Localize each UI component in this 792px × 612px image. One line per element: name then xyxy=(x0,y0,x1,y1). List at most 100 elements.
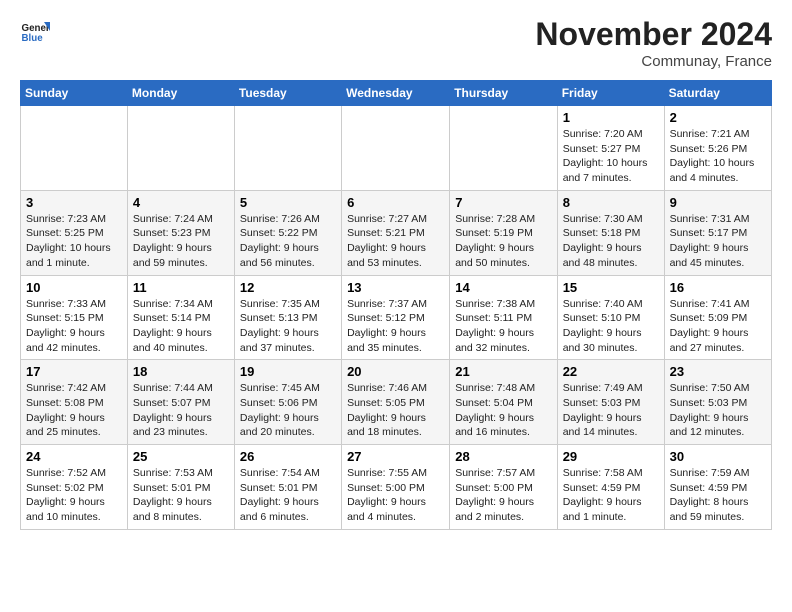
table-cell: 8Sunrise: 7:30 AM Sunset: 5:18 PM Daylig… xyxy=(557,190,664,275)
table-cell: 12 Sunrise: 7:35 AM Sunset: 5:13 PM Dayli… xyxy=(234,275,341,360)
day-number: 27 xyxy=(347,449,444,464)
day-number: 14 xyxy=(455,280,551,295)
calendar-page: General Blue November 2024 Communay, Fra… xyxy=(0,0,792,546)
table-cell xyxy=(127,106,234,191)
day-number: 16 xyxy=(670,280,766,295)
table-cell: 30Sunrise: 7:59 AM Sunset: 4:59 PM Dayli… xyxy=(664,445,771,530)
table-cell xyxy=(234,106,341,191)
day-number: 21 xyxy=(455,364,551,379)
day-info: Sunrise: 7:21 AM Sunset: 5:26 PM Dayligh… xyxy=(670,127,766,186)
table-cell: 11 Sunrise: 7:34 AM Sunset: 5:14 PM Dayli… xyxy=(127,275,234,360)
day-number: 17 xyxy=(26,364,122,379)
day-number: 20 xyxy=(347,364,444,379)
table-cell: 10 Sunrise: 7:33 AM Sunset: 5:15 PM Dayli… xyxy=(21,275,128,360)
table-cell: 7 Sunrise: 7:28 AM Sunset: 5:19 PM Daylig… xyxy=(450,190,557,275)
col-wednesday: Wednesday xyxy=(342,81,450,106)
day-info: Sunrise: 7:20 AM Sunset: 5:27 PM Dayligh… xyxy=(563,127,659,186)
day-number: 2 xyxy=(670,110,766,125)
day-number: 8 xyxy=(563,195,659,210)
day-info: Sunrise: 7:42 AM Sunset: 5:08 PM Dayligh… xyxy=(26,381,122,440)
day-info: Sunrise: 7:50 AM Sunset: 5:03 PM Dayligh… xyxy=(670,381,766,440)
table-cell: 23 Sunrise: 7:50 AM Sunset: 5:03 PM Dayli… xyxy=(664,360,771,445)
day-info: Sunrise: 7:58 AM Sunset: 4:59 PM Dayligh… xyxy=(563,466,659,525)
month-title: November 2024 xyxy=(535,16,772,53)
table-cell: 3 Sunrise: 7:23 AM Sunset: 5:25 PM Daylig… xyxy=(21,190,128,275)
day-number: 12 xyxy=(240,280,336,295)
day-number: 25 xyxy=(133,449,229,464)
day-info: Sunrise: 7:49 AM Sunset: 5:03 PM Dayligh… xyxy=(563,381,659,440)
day-info: Sunrise: 7:48 AM Sunset: 5:04 PM Dayligh… xyxy=(455,381,551,440)
calendar-row: 1 Sunrise: 7:20 AM Sunset: 5:27 PM Daylig… xyxy=(21,106,772,191)
day-info: Sunrise: 7:44 AM Sunset: 5:07 PM Dayligh… xyxy=(133,381,229,440)
day-number: 22 xyxy=(563,364,659,379)
table-cell: 28 Sunrise: 7:57 AM Sunset: 5:00 PM Dayli… xyxy=(450,445,557,530)
day-info: Sunrise: 7:57 AM Sunset: 5:00 PM Dayligh… xyxy=(455,466,551,525)
table-cell: 27 Sunrise: 7:55 AM Sunset: 5:00 PM Dayli… xyxy=(342,445,450,530)
table-cell: 4Sunrise: 7:24 AM Sunset: 5:23 PM Daylig… xyxy=(127,190,234,275)
calendar-row: 10 Sunrise: 7:33 AM Sunset: 5:15 PM Dayli… xyxy=(21,275,772,360)
day-number: 10 xyxy=(26,280,122,295)
day-info: Sunrise: 7:23 AM Sunset: 5:25 PM Dayligh… xyxy=(26,212,122,271)
day-info: Sunrise: 7:41 AM Sunset: 5:09 PM Dayligh… xyxy=(670,297,766,356)
day-number: 13 xyxy=(347,280,444,295)
logo-icon: General Blue xyxy=(20,16,50,46)
col-friday: Friday xyxy=(557,81,664,106)
day-number: 28 xyxy=(455,449,551,464)
table-cell: 2 Sunrise: 7:21 AM Sunset: 5:26 PM Daylig… xyxy=(664,106,771,191)
day-info: Sunrise: 7:46 AM Sunset: 5:05 PM Dayligh… xyxy=(347,381,444,440)
table-cell: 1 Sunrise: 7:20 AM Sunset: 5:27 PM Daylig… xyxy=(557,106,664,191)
table-cell: 13 Sunrise: 7:37 AM Sunset: 5:12 PM Dayli… xyxy=(342,275,450,360)
day-number: 3 xyxy=(26,195,122,210)
day-info: Sunrise: 7:33 AM Sunset: 5:15 PM Dayligh… xyxy=(26,297,122,356)
day-info: Sunrise: 7:40 AM Sunset: 5:10 PM Dayligh… xyxy=(563,297,659,356)
day-info: Sunrise: 7:37 AM Sunset: 5:12 PM Dayligh… xyxy=(347,297,444,356)
table-cell: 24 Sunrise: 7:52 AM Sunset: 5:02 PM Dayli… xyxy=(21,445,128,530)
day-info: Sunrise: 7:35 AM Sunset: 5:13 PM Dayligh… xyxy=(240,297,336,356)
day-number: 7 xyxy=(455,195,551,210)
table-cell: 15 Sunrise: 7:40 AM Sunset: 5:10 PM Dayli… xyxy=(557,275,664,360)
day-number: 6 xyxy=(347,195,444,210)
table-cell: 17 Sunrise: 7:42 AM Sunset: 5:08 PM Dayli… xyxy=(21,360,128,445)
day-number: 11 xyxy=(133,280,229,295)
day-number: 23 xyxy=(670,364,766,379)
table-cell xyxy=(342,106,450,191)
day-number: 29 xyxy=(563,449,659,464)
day-info: Sunrise: 7:54 AM Sunset: 5:01 PM Dayligh… xyxy=(240,466,336,525)
table-cell xyxy=(21,106,128,191)
day-info: Sunrise: 7:53 AM Sunset: 5:01 PM Dayligh… xyxy=(133,466,229,525)
day-number: 24 xyxy=(26,449,122,464)
day-number: 1 xyxy=(563,110,659,125)
day-number: 4 xyxy=(133,195,229,210)
day-info: Sunrise: 7:55 AM Sunset: 5:00 PM Dayligh… xyxy=(347,466,444,525)
day-number: 5 xyxy=(240,195,336,210)
logo: General Blue xyxy=(20,16,50,46)
table-cell: 9Sunrise: 7:31 AM Sunset: 5:17 PM Daylig… xyxy=(664,190,771,275)
table-cell: 22 Sunrise: 7:49 AM Sunset: 5:03 PM Dayli… xyxy=(557,360,664,445)
day-number: 18 xyxy=(133,364,229,379)
day-info: Sunrise: 7:38 AM Sunset: 5:11 PM Dayligh… xyxy=(455,297,551,356)
table-cell: 25 Sunrise: 7:53 AM Sunset: 5:01 PM Dayli… xyxy=(127,445,234,530)
table-cell: 14 Sunrise: 7:38 AM Sunset: 5:11 PM Dayli… xyxy=(450,275,557,360)
header-row: Sunday Monday Tuesday Wednesday Thursday… xyxy=(21,81,772,106)
svg-text:Blue: Blue xyxy=(22,33,44,44)
day-info: Sunrise: 7:52 AM Sunset: 5:02 PM Dayligh… xyxy=(26,466,122,525)
header: General Blue November 2024 Communay, Fra… xyxy=(20,16,772,70)
day-number: 15 xyxy=(563,280,659,295)
col-thursday: Thursday xyxy=(450,81,557,106)
table-cell: 29 Sunrise: 7:58 AM Sunset: 4:59 PM Dayli… xyxy=(557,445,664,530)
table-cell xyxy=(450,106,557,191)
table-cell: 5 Sunrise: 7:26 AM Sunset: 5:22 PM Daylig… xyxy=(234,190,341,275)
table-cell: 19Sunrise: 7:45 AM Sunset: 5:06 PM Dayli… xyxy=(234,360,341,445)
day-info: Sunrise: 7:34 AM Sunset: 5:14 PM Dayligh… xyxy=(133,297,229,356)
day-number: 26 xyxy=(240,449,336,464)
day-info: Sunrise: 7:27 AM Sunset: 5:21 PM Dayligh… xyxy=(347,212,444,271)
day-number: 9 xyxy=(670,195,766,210)
day-info: Sunrise: 7:28 AM Sunset: 5:19 PM Dayligh… xyxy=(455,212,551,271)
table-cell: 6 Sunrise: 7:27 AM Sunset: 5:21 PM Daylig… xyxy=(342,190,450,275)
calendar-table: Sunday Monday Tuesday Wednesday Thursday… xyxy=(20,80,772,530)
day-info: Sunrise: 7:26 AM Sunset: 5:22 PM Dayligh… xyxy=(240,212,336,271)
calendar-row: 24 Sunrise: 7:52 AM Sunset: 5:02 PM Dayli… xyxy=(21,445,772,530)
calendar-row: 17 Sunrise: 7:42 AM Sunset: 5:08 PM Dayli… xyxy=(21,360,772,445)
table-cell: 18 Sunrise: 7:44 AM Sunset: 5:07 PM Dayli… xyxy=(127,360,234,445)
table-cell: 20 Sunrise: 7:46 AM Sunset: 5:05 PM Dayli… xyxy=(342,360,450,445)
